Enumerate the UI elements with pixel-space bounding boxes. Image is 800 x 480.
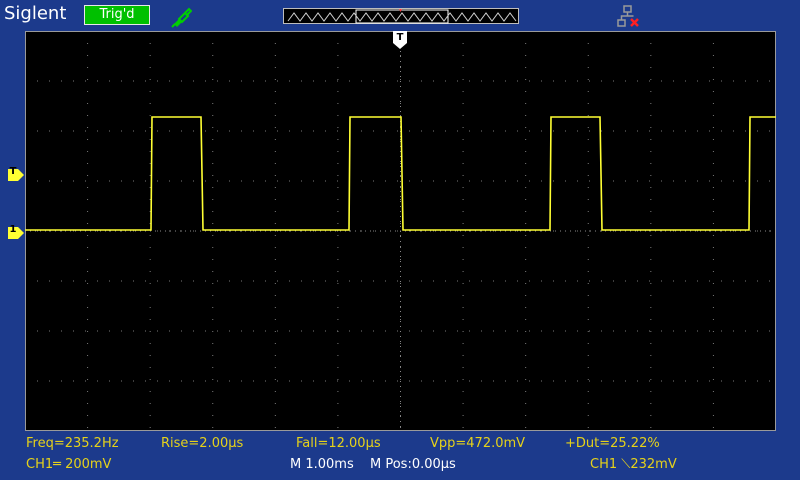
trigger-position-marker[interactable]: T [393,31,407,49]
trigger-setting: CH1 ⟍232mV [590,457,677,472]
freq-measurement: Freq=235.2Hz [26,436,119,451]
fall-measurement: Fall=12.00µs [296,436,381,451]
vpp-measurement: Vpp=472.0mV [430,436,526,451]
trigger-level-marker[interactable]: T [8,166,24,181]
waveform-display[interactable] [25,31,776,431]
timebase: M 1.00ms [290,457,354,472]
brand-label: Siglent [4,3,67,24]
probe-icon [170,6,193,28]
top-bar: Siglent Trig'd [0,0,800,30]
network-disconnected-icon [616,5,642,29]
ch1-scale: CH1═ 200mV [26,457,112,472]
duty-measurement: +Dut=25.22% [565,436,660,451]
ch1-level-label: 1 [9,224,17,235]
rise-measurement: Rise=2.00µs [161,436,244,451]
horizontal-position: M Pos:0.00µs [370,457,456,472]
ch1-ground-marker[interactable]: 1 [8,224,24,239]
memory-overview-bar[interactable] [283,8,519,24]
ch1-waveform-trace [25,116,776,231]
trigger-position-label: T [396,32,404,43]
trigger-status-badge: Trig'd [84,5,150,25]
trigger-level-label: T [9,166,17,177]
